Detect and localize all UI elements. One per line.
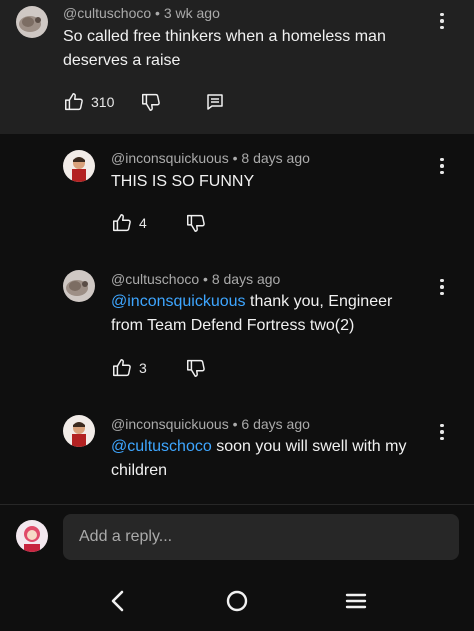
avatar[interactable] xyxy=(63,270,95,302)
comment-icon xyxy=(207,94,224,110)
thumbs-down-icon xyxy=(140,91,162,113)
mention-link[interactable]: @cultuschoco xyxy=(111,438,212,455)
comment-actions: 310 xyxy=(63,91,224,113)
comment-text: @cultuschoco soon you will swell with my… xyxy=(111,435,441,483)
like-count: 3 xyxy=(139,360,147,376)
comment-meta: @cultuschoco • 3 wk ago xyxy=(63,5,220,21)
mention-link[interactable]: @inconsquickuous xyxy=(111,293,246,310)
comment-author[interactable]: @inconsquickuous xyxy=(111,150,229,166)
comment-meta: @cultuschoco • 8 days ago xyxy=(111,271,280,287)
comment-author[interactable]: @cultuschoco xyxy=(63,5,151,21)
like-count: 310 xyxy=(91,94,115,110)
more-options-icon[interactable] xyxy=(434,154,450,178)
thumbs-up-icon xyxy=(111,357,133,379)
comment-time: 8 days ago xyxy=(241,150,310,166)
comment-time: 3 wk ago xyxy=(163,5,220,21)
like-button[interactable]: 310 xyxy=(63,91,114,113)
system-nav-bar xyxy=(0,571,474,631)
thumbs-up-icon xyxy=(63,91,85,113)
comment-time: 6 days ago xyxy=(241,416,310,432)
circle-home-icon xyxy=(226,590,248,612)
reply-button[interactable] xyxy=(206,93,224,111)
avatar[interactable] xyxy=(63,415,95,447)
more-options-icon[interactable] xyxy=(434,275,450,299)
thumbs-down-icon xyxy=(185,357,207,379)
nav-back-button[interactable] xyxy=(102,585,134,617)
comment-author[interactable]: @inconsquickuous xyxy=(111,416,229,432)
meta-separator: • xyxy=(155,5,160,21)
comment-meta: @inconsquickuous • 8 days ago xyxy=(111,150,310,166)
more-options-icon[interactable] xyxy=(434,420,450,444)
thumbs-up-icon xyxy=(111,212,133,234)
menu-lines-icon xyxy=(345,593,367,609)
thumbs-down-icon xyxy=(185,212,207,234)
comment-author[interactable]: @cultuschoco xyxy=(111,271,199,287)
comment-actions: 3 xyxy=(111,357,207,379)
comment-text: THIS IS SO FUNNY xyxy=(111,173,255,190)
nav-home-button[interactable] xyxy=(221,585,253,617)
meta-separator: • xyxy=(232,416,238,432)
comment-text: @inconsquickuous thank you, Engineer fro… xyxy=(111,290,423,338)
dislike-button[interactable] xyxy=(185,357,207,379)
dislike-button[interactable] xyxy=(185,212,207,234)
user-avatar[interactable] xyxy=(16,520,48,552)
more-options-icon[interactable] xyxy=(434,9,450,33)
comment-actions: 4 xyxy=(111,212,207,234)
like-count: 4 xyxy=(139,215,147,231)
avatar[interactable] xyxy=(63,150,95,182)
like-button[interactable]: 3 xyxy=(111,357,147,379)
avatar[interactable] xyxy=(16,6,48,38)
comment-meta: @inconsquickuous • 6 days ago xyxy=(111,416,310,432)
comment-text: So called free thinkers when a homeless … xyxy=(63,28,386,69)
chevron-left-icon xyxy=(111,590,124,612)
nav-recents-button[interactable] xyxy=(340,585,372,617)
comment-time: 8 days ago xyxy=(211,271,281,287)
meta-separator: • xyxy=(232,150,238,166)
meta-separator: • xyxy=(203,271,208,287)
reply-bar xyxy=(0,505,474,571)
dislike-button[interactable] xyxy=(140,91,162,113)
reply-input[interactable] xyxy=(63,514,459,560)
like-button[interactable]: 4 xyxy=(111,212,147,234)
